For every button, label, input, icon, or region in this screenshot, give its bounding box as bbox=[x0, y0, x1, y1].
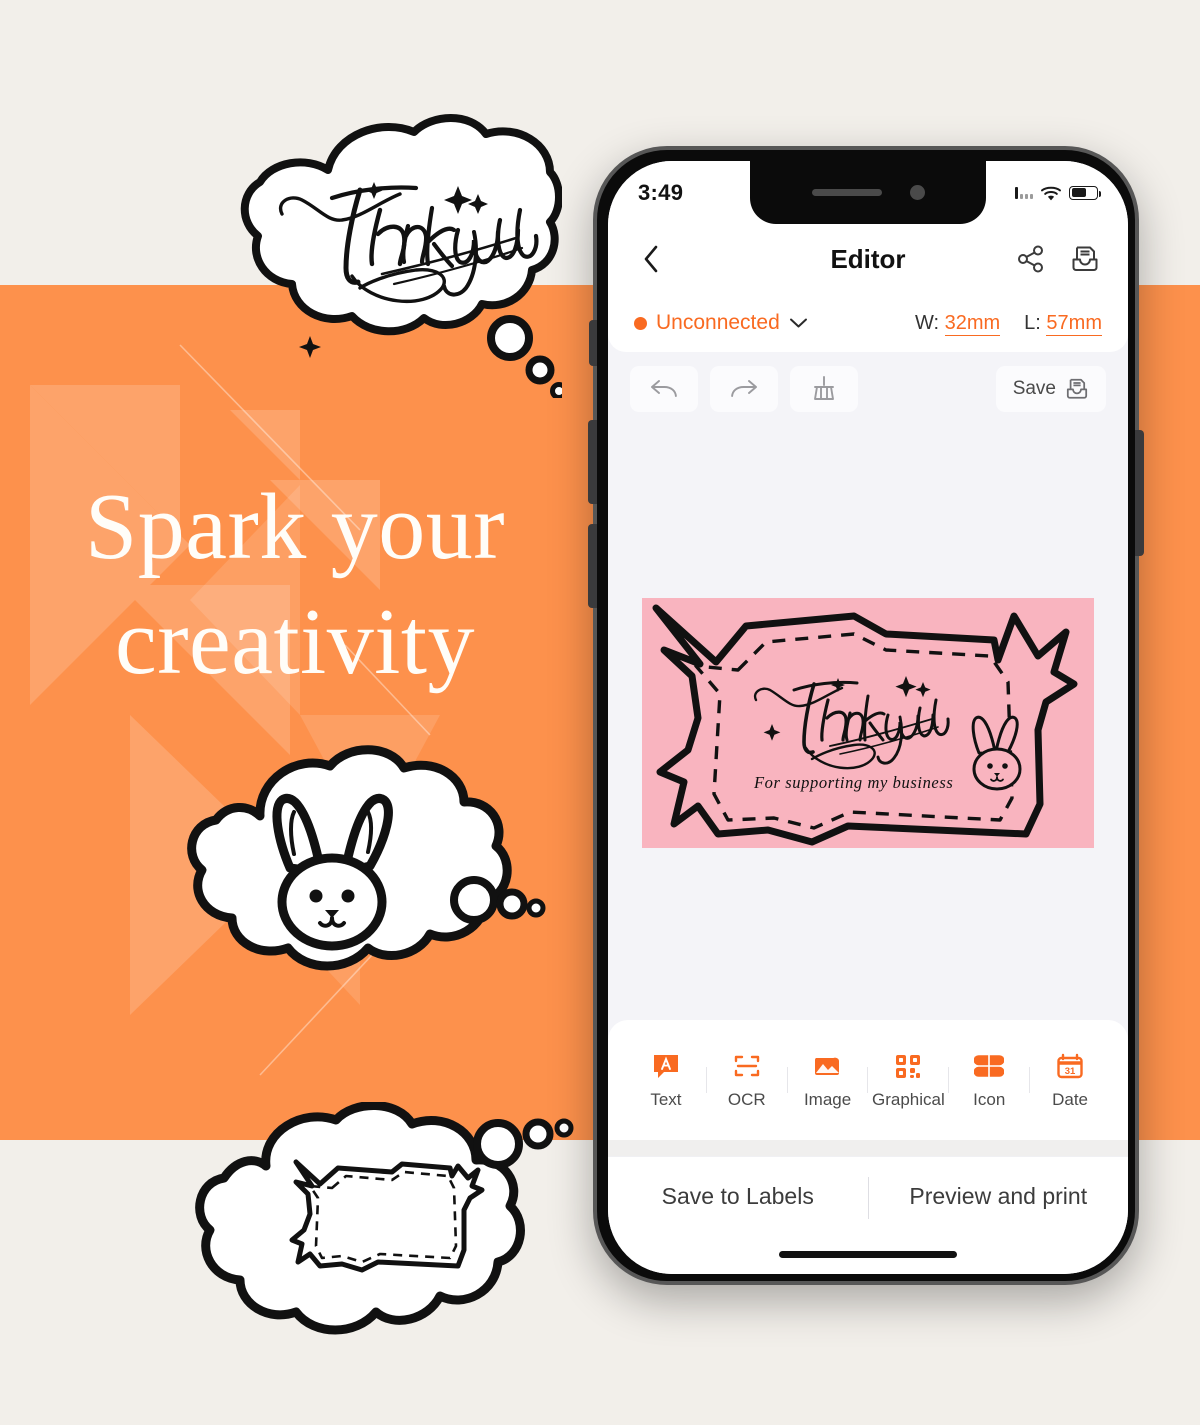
label-width-value: 32mm bbox=[944, 311, 1001, 336]
edit-toolbar: Save bbox=[608, 352, 1128, 426]
label-length-prefix: L: bbox=[1024, 311, 1041, 334]
thought-bubble-label bbox=[192, 1101, 582, 1355]
save-button-label: Save bbox=[1012, 378, 1056, 399]
tool-icon[interactable]: Icon bbox=[949, 1051, 1029, 1110]
label-width[interactable]: W: 32mm bbox=[914, 311, 1001, 336]
tool-graphical-label: Graphical bbox=[872, 1089, 945, 1109]
tool-image-label: Image bbox=[803, 1089, 852, 1109]
svg-text:31: 31 bbox=[1065, 1066, 1076, 1077]
label-design-card[interactable]: For supporting my business bbox=[642, 598, 1094, 848]
text-bubble-a-icon bbox=[653, 1054, 678, 1078]
clover-shape-icon bbox=[974, 1054, 1005, 1077]
broom-icon bbox=[814, 376, 834, 400]
background-decoration bbox=[0, 285, 600, 1140]
earpiece-speaker bbox=[811, 189, 882, 196]
connection-status-label: Unconnected bbox=[656, 311, 780, 334]
silent-switch[interactable] bbox=[589, 320, 597, 366]
status-bar-indicators bbox=[1015, 185, 1102, 201]
phone-mockup: 3:49 Editor Unconnected W: 32mm L: 57mm … bbox=[588, 146, 1144, 1285]
thank-you-bubble-svg bbox=[240, 114, 568, 400]
device-status-row: Unconnected W: 32mm L: 57mm bbox=[608, 294, 1128, 352]
editor-canvas[interactable]: For supporting my business bbox=[608, 426, 1128, 1020]
share-button[interactable] bbox=[1014, 242, 1048, 276]
tool-text[interactable]: Text bbox=[626, 1051, 706, 1110]
volume-down-button[interactable] bbox=[588, 524, 597, 608]
promo-stage: Spark your creativity 3:49 Editor Unconn… bbox=[0, 0, 1200, 1425]
signal-bars-icon bbox=[1015, 186, 1033, 199]
headline-line-1: Spark your bbox=[84, 475, 506, 579]
label-dimensions: W: 32mm L: 57mm bbox=[914, 311, 1102, 336]
bunny-bubble-svg bbox=[187, 745, 546, 971]
tool-graphical[interactable]: Graphical bbox=[868, 1051, 948, 1110]
tool-ocr-label: OCR bbox=[727, 1089, 766, 1109]
scan-frame-icon bbox=[734, 1055, 759, 1076]
wifi-icon bbox=[1041, 186, 1061, 200]
label-design-svg: For supporting my business bbox=[642, 598, 1094, 848]
redo-button[interactable] bbox=[710, 366, 778, 412]
archive-inbox-icon bbox=[1066, 378, 1088, 399]
redo-arrow-icon bbox=[731, 380, 757, 397]
phone-screen: 3:49 Editor Unconnected W: 32mm L: 57mm … bbox=[608, 161, 1128, 1274]
archive-button[interactable] bbox=[1068, 242, 1102, 276]
power-button[interactable] bbox=[1135, 430, 1144, 556]
thought-bubble-bunny bbox=[172, 742, 550, 995]
chevron-down-icon bbox=[789, 318, 807, 328]
volume-up-button[interactable] bbox=[588, 420, 597, 504]
calendar-31-icon: 31 bbox=[1057, 1053, 1083, 1078]
archive-inbox-icon bbox=[1072, 246, 1098, 271]
bar-gap bbox=[608, 1140, 1128, 1156]
preview-and-print-button[interactable]: Preview and print bbox=[869, 1157, 1129, 1210]
tool-date-label: Date bbox=[1052, 1089, 1089, 1109]
connection-status-dot bbox=[634, 316, 647, 330]
phone-notch bbox=[750, 161, 986, 224]
nav-actions bbox=[1014, 242, 1102, 276]
home-indicator[interactable] bbox=[779, 1251, 957, 1258]
back-button[interactable] bbox=[634, 242, 668, 276]
headline-line-2: creativity bbox=[115, 589, 475, 694]
nav-bar: Editor bbox=[608, 224, 1128, 294]
label-length-value: 57mm bbox=[1046, 311, 1102, 336]
promo-headline: Spark your creativity bbox=[0, 470, 590, 699]
save-button[interactable]: Save bbox=[995, 366, 1106, 412]
label-length[interactable]: L: 57mm bbox=[1024, 311, 1102, 336]
insert-toolbar: Text OCR Image Graphical Icon 31 Date bbox=[608, 1020, 1128, 1140]
connection-selector[interactable]: Unconnected bbox=[634, 311, 808, 335]
tool-icon-label: Icon bbox=[973, 1089, 1006, 1109]
share-icon bbox=[1018, 245, 1043, 273]
tool-ocr[interactable]: OCR bbox=[707, 1051, 787, 1110]
tool-image[interactable]: Image bbox=[788, 1051, 868, 1110]
triangle-watermarks-svg bbox=[30, 344, 440, 1076]
action-bar: Save to Labels Preview and print bbox=[608, 1156, 1128, 1274]
tool-text-label: Text bbox=[650, 1089, 682, 1109]
undo-arrow-icon bbox=[651, 380, 677, 397]
chevron-left-icon bbox=[644, 245, 658, 273]
battery-icon bbox=[1069, 185, 1102, 200]
label-subtext: For supporting my business bbox=[753, 773, 953, 792]
front-camera bbox=[909, 185, 925, 200]
save-to-labels-button[interactable]: Save to Labels bbox=[608, 1157, 868, 1210]
qr-code-icon bbox=[896, 1054, 921, 1078]
photo-mountain-icon bbox=[814, 1057, 839, 1075]
thought-bubble-thank-you bbox=[210, 98, 568, 403]
status-bar-clock: 3:49 bbox=[638, 179, 684, 205]
label-width-prefix: W: bbox=[914, 311, 940, 334]
undo-button[interactable] bbox=[630, 366, 698, 412]
label-bubble-svg bbox=[195, 1101, 574, 1335]
tool-date[interactable]: 31 Date bbox=[1030, 1051, 1110, 1110]
clear-canvas-button[interactable] bbox=[790, 366, 858, 412]
